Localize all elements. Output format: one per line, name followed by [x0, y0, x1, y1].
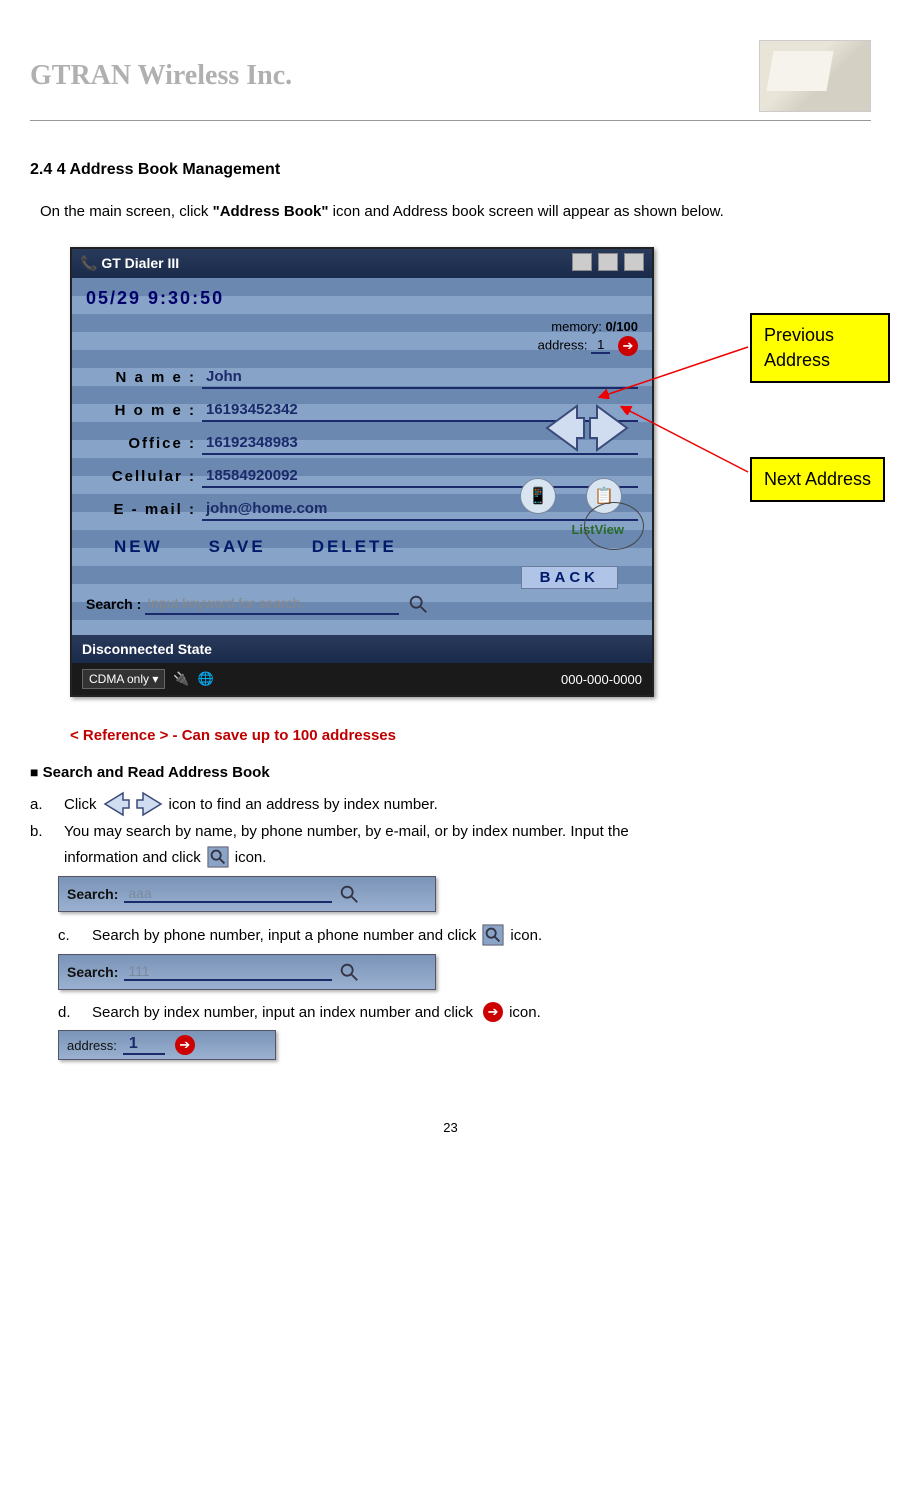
delete-button[interactable]: DELETE — [304, 533, 405, 561]
app-title: 📞 GT Dialer III — [80, 255, 179, 272]
previous-arrow-icon — [547, 406, 584, 450]
search-input[interactable]: Input keyword for search. — [145, 593, 399, 615]
intro-text: On the main screen, click "Address Book"… — [40, 197, 861, 227]
callout-previous: Previous Address — [750, 313, 890, 383]
search-icon[interactable] — [338, 883, 360, 905]
item-d: d. Search by index number, input an inde… — [58, 1002, 871, 1022]
search-icon[interactable] — [338, 961, 360, 983]
datetime: 05/29 9:30:50 — [86, 288, 638, 309]
page-number: 23 — [30, 1120, 871, 1135]
search-row: Search : Input keyword for search. — [86, 593, 638, 615]
page-header: GTRAN Wireless Inc. — [30, 40, 871, 121]
back-button-wrap: BACK — [86, 569, 618, 587]
search-icon — [482, 924, 504, 946]
phone-icon[interactable]: 📱 — [520, 478, 556, 514]
search-read-heading: ■ Search and Read Address Book — [30, 764, 871, 781]
mode-dropdown[interactable]: CDMA only ▾ — [82, 669, 165, 689]
go-arrow-icon: ➔ — [483, 1002, 503, 1022]
search-icon[interactable] — [407, 593, 429, 615]
app-body: 05/29 9:30:50 memory: 0/100 address: 1 ➔… — [72, 278, 652, 635]
item-a: a. Click icon to find an address by inde… — [30, 791, 871, 817]
tray-icon-2[interactable]: 🌐 — [198, 671, 214, 687]
search-example-111: Search: 111 — [58, 954, 436, 990]
item-c: c. Search by phone number, input a phone… — [58, 924, 871, 946]
item-b-cont: information and click icon. — [30, 846, 871, 868]
item-b: b. You may search by name, by phone numb… — [30, 823, 871, 840]
new-button[interactable]: NEW — [106, 533, 171, 561]
name-row: N a m e : John — [86, 366, 638, 389]
intro-post: icon and Address book screen will appear… — [333, 203, 724, 220]
close-icon[interactable] — [624, 253, 644, 271]
prev-next-arrows-icon — [103, 791, 163, 817]
callout-next: Next Address — [750, 457, 885, 502]
listview-label: ListView — [571, 522, 624, 537]
name-input[interactable]: John — [202, 366, 638, 389]
search-example-aaa: Search: aaa — [58, 876, 436, 912]
reference-note: < Reference > - Can save up to 100 addre… — [70, 727, 871, 744]
memory-line: memory: 0/100 — [86, 319, 638, 334]
intro-bold: "Address Book" — [213, 203, 329, 220]
search-icon — [207, 846, 229, 868]
app-window: 📞 GT Dialer III 05/29 9:30:50 memory: 0/… — [70, 247, 654, 697]
tray-icon-1[interactable]: 🔌 — [173, 671, 189, 687]
phone-display: 000-000-0000 — [561, 672, 642, 687]
next-arrow-icon — [590, 406, 627, 450]
square-bullet-icon: ■ — [30, 764, 38, 780]
side-icons: 📱 📋 — [520, 478, 622, 514]
product-image — [759, 40, 871, 112]
button-row: NEW SAVE DELETE — [106, 533, 638, 561]
search-example-input[interactable]: 111 — [124, 963, 332, 981]
bottom-bar: CDMA only ▾ 🔌 🌐 000-000-0000 — [72, 663, 652, 695]
window-controls[interactable] — [570, 253, 644, 274]
company-name: GTRAN Wireless Inc. — [30, 60, 292, 92]
maximize-icon[interactable] — [598, 253, 618, 271]
go-arrow-icon[interactable]: ➔ — [175, 1035, 195, 1055]
title-bar: 📞 GT Dialer III — [72, 249, 652, 278]
address-line: address: 1 ➔ — [86, 336, 638, 356]
nav-arrows[interactable] — [542, 398, 632, 463]
search-example-input[interactable]: aaa — [124, 885, 332, 903]
listview-icon[interactable]: 📋 — [586, 478, 622, 514]
section-title: 2.4 4 Address Book Management — [30, 161, 871, 179]
address-example: address: 1 ➔ — [58, 1030, 276, 1060]
save-button[interactable]: SAVE — [201, 533, 274, 561]
intro-pre: On the main screen, click — [40, 203, 213, 220]
address-example-input[interactable]: 1 — [123, 1035, 165, 1055]
back-button[interactable]: BACK — [521, 566, 618, 589]
minimize-icon[interactable] — [572, 253, 592, 271]
status-bar: Disconnected State — [72, 635, 652, 663]
go-arrow-icon[interactable]: ➔ — [618, 336, 638, 356]
screenshot-figure: 📞 GT Dialer III 05/29 9:30:50 memory: 0/… — [70, 247, 890, 697]
